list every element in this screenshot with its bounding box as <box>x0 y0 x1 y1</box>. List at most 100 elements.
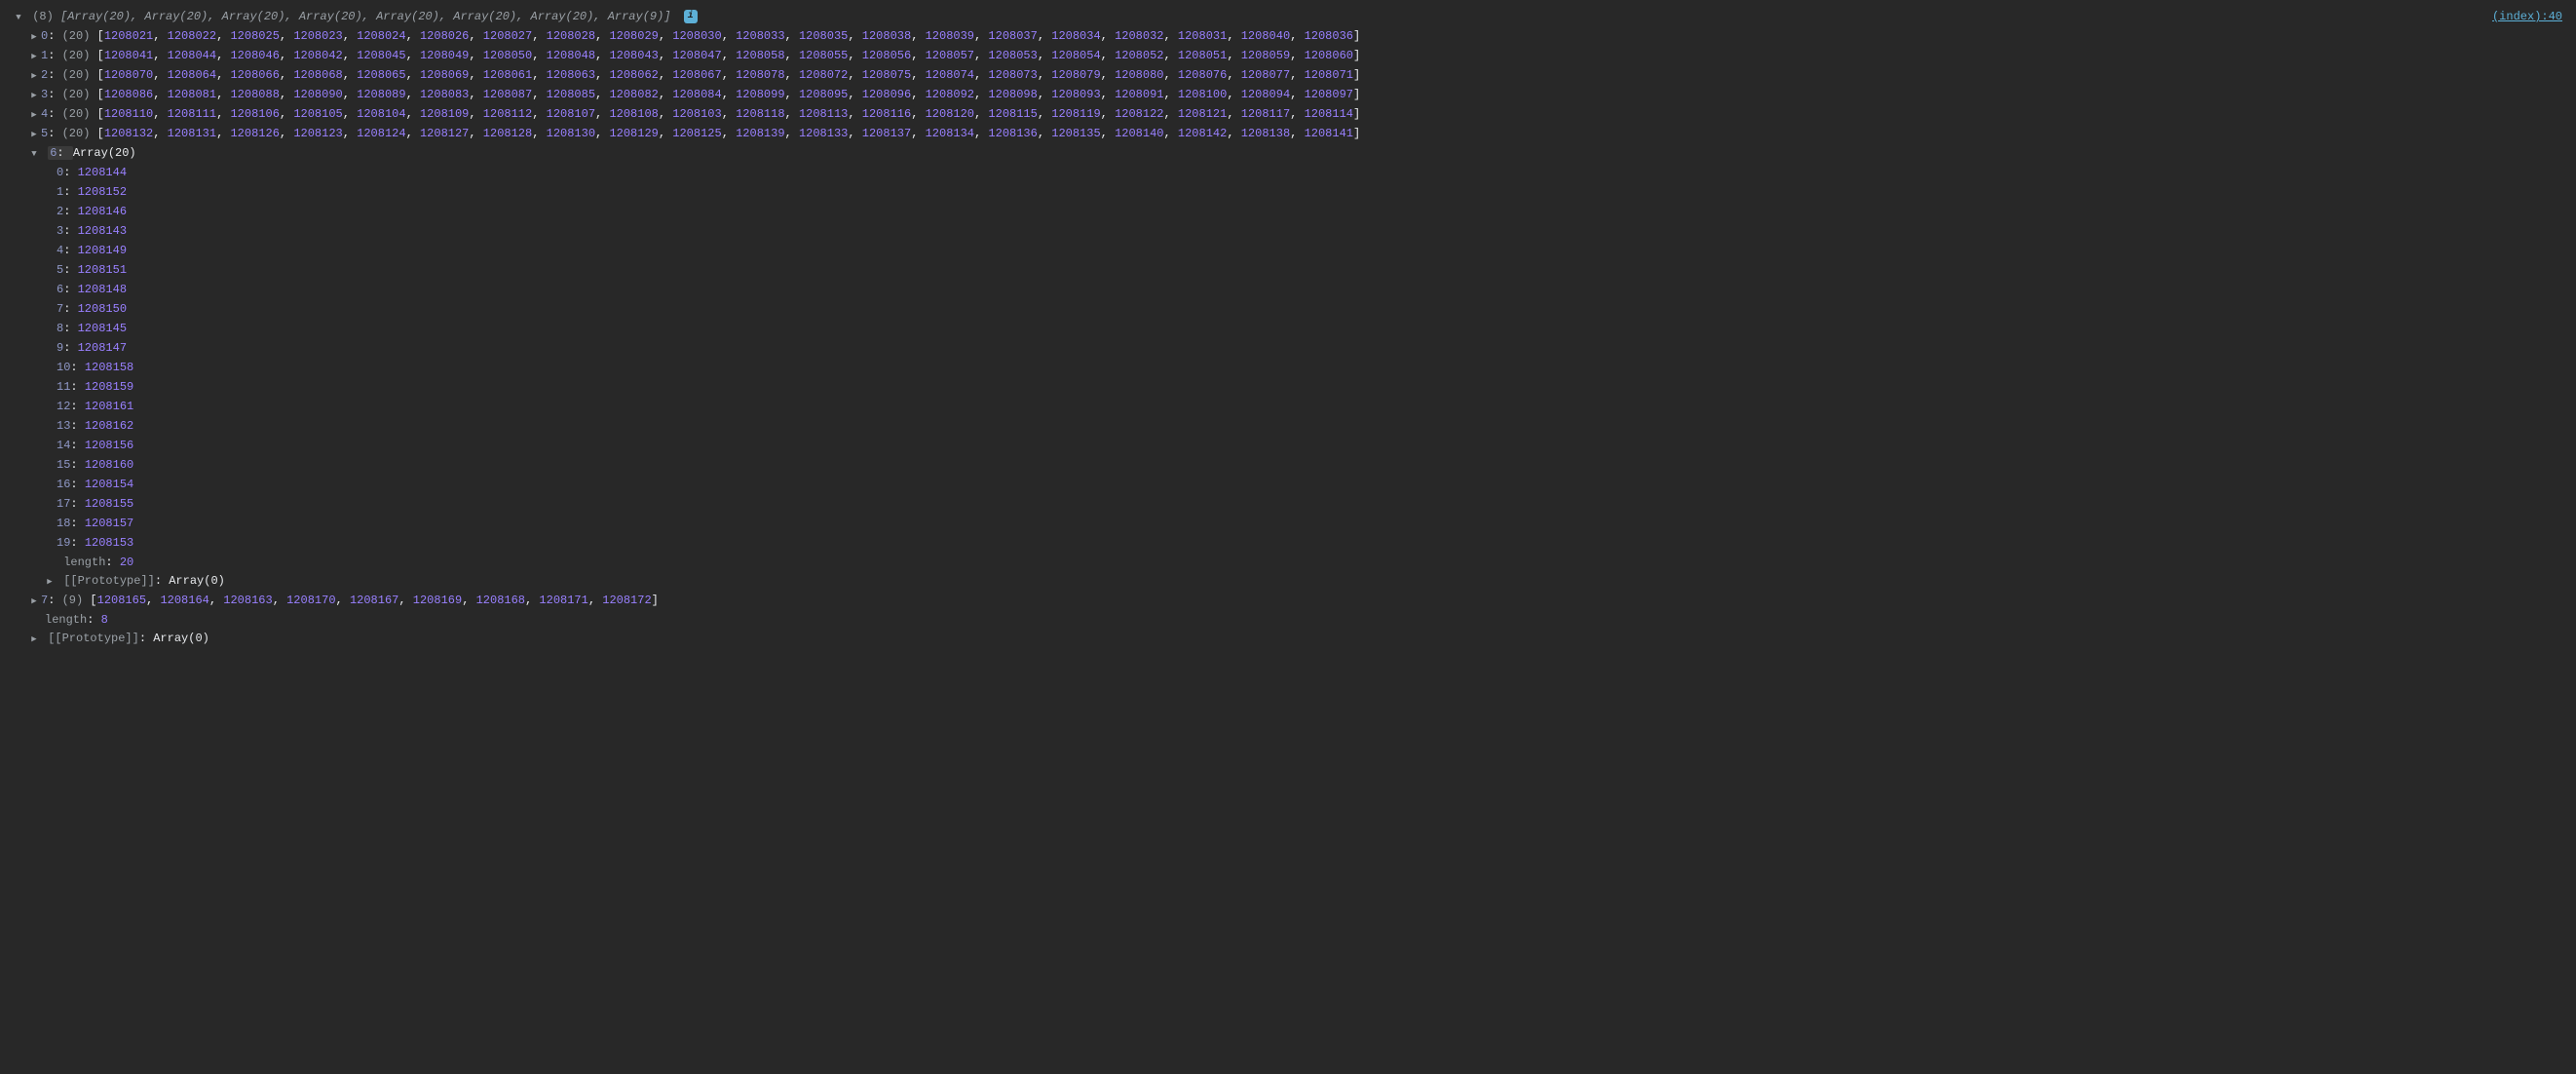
array-value: 1208064 <box>168 68 216 82</box>
array-value: 1208082 <box>609 88 658 101</box>
array-value: 1208049 <box>420 49 469 62</box>
array-value: 1208087 <box>483 88 532 101</box>
array-value: 1208161 <box>85 400 133 413</box>
expanded-item: 14: 1208156 <box>14 437 2562 456</box>
array-value: 1208043 <box>609 49 658 62</box>
array-value: 1208022 <box>168 29 216 43</box>
array-value: 1208039 <box>926 29 974 43</box>
info-icon[interactable]: i <box>684 10 698 23</box>
array-length-badge: (8) <box>32 10 54 23</box>
array-value: 1208156 <box>85 439 133 452</box>
array-value: 1208075 <box>862 68 911 82</box>
array-value: 1208123 <box>293 127 342 140</box>
array-value: 1208121 <box>1178 107 1227 121</box>
source-link[interactable]: (index):40 <box>2492 8 2562 26</box>
array-value: 1208077 <box>1241 68 1290 82</box>
array-value: 1208119 <box>1051 107 1100 121</box>
array-value: 1208125 <box>672 127 721 140</box>
array-value: 1208172 <box>602 594 651 607</box>
array-value: 1208108 <box>609 107 658 121</box>
array-value: 1208164 <box>160 594 208 607</box>
array-value: 1208028 <box>547 29 595 43</box>
expanded-item: 19: 1208153 <box>14 534 2562 554</box>
array-value: 1208113 <box>799 107 848 121</box>
prototype-row[interactable]: [[Prototype]]: Array(0) <box>14 572 2562 592</box>
outer-length-row: length: 8 <box>14 611 2562 630</box>
array-value: 1208149 <box>78 244 127 257</box>
array-entry-5[interactable]: 5: (20) [1208132, 1208131, 1208126, 1208… <box>14 125 2562 144</box>
array-value: 1208083 <box>420 88 469 101</box>
array-entry-4[interactable]: 4: (20) [1208110, 1208111, 1208106, 1208… <box>14 105 2562 125</box>
array-value: 1208088 <box>230 88 279 101</box>
chevron-down-icon[interactable] <box>14 8 23 27</box>
chevron-right-icon[interactable] <box>29 105 39 125</box>
chevron-right-icon[interactable] <box>29 125 39 144</box>
array-value: 1208111 <box>168 107 216 121</box>
array-value: 1208128 <box>483 127 532 140</box>
array-value: 1208165 <box>97 594 146 607</box>
array-value: 1208129 <box>609 127 658 140</box>
chevron-right-icon[interactable] <box>29 47 39 66</box>
expanded-item: 10: 1208158 <box>14 359 2562 378</box>
array-value: 1208095 <box>799 88 848 101</box>
array-value: 1208096 <box>862 88 911 101</box>
expanded-item: 17: 1208155 <box>14 495 2562 515</box>
array-value: 1208151 <box>78 263 127 277</box>
array-value: 1208154 <box>85 478 133 491</box>
chevron-right-icon[interactable] <box>45 572 55 592</box>
summary-row[interactable]: (8) [Array(20), Array(20), Array(20), Ar… <box>14 8 2562 27</box>
array-value: 1208062 <box>609 68 658 82</box>
expanded-item: 4: 1208149 <box>14 242 2562 261</box>
array-value: 1208122 <box>1115 107 1163 121</box>
chevron-down-icon[interactable] <box>29 144 39 164</box>
expanded-item: 3: 1208143 <box>14 222 2562 242</box>
type-label: Array(20) <box>73 146 136 160</box>
array-entry-2[interactable]: 2: (20) [1208070, 1208064, 1208066, 1208… <box>14 66 2562 86</box>
array-value: 1208069 <box>420 68 469 82</box>
array-value: 1208073 <box>988 68 1037 82</box>
array-value: 1208137 <box>862 127 911 140</box>
array-value: 1208107 <box>547 107 595 121</box>
array-value: 1208074 <box>926 68 974 82</box>
array-value: 1208134 <box>926 127 974 140</box>
array-value: 1208092 <box>926 88 974 101</box>
array-value: 1208144 <box>78 166 127 179</box>
chevron-right-icon[interactable] <box>29 630 39 649</box>
array-value: 1208024 <box>357 29 405 43</box>
expanded-item: 6: 1208148 <box>14 281 2562 300</box>
array-value: 1208078 <box>736 68 784 82</box>
array-value: 1208168 <box>476 594 525 607</box>
expanded-item: 2: 1208146 <box>14 203 2562 222</box>
array-value: 1208135 <box>1051 127 1100 140</box>
array-value: 1208081 <box>168 88 216 101</box>
array-value: 1208158 <box>85 361 133 374</box>
array-value: 1208040 <box>1241 29 1290 43</box>
array-value: 1208059 <box>1241 49 1290 62</box>
array-value: 1208048 <box>547 49 595 62</box>
chevron-right-icon[interactable] <box>29 66 39 86</box>
array-entry-6[interactable]: 6: Array(20) <box>14 144 2562 164</box>
array-entry-3[interactable]: 3: (20) [1208086, 1208081, 1208088, 1208… <box>14 86 2562 105</box>
array-value: 1208030 <box>672 29 721 43</box>
chevron-right-icon[interactable] <box>29 27 39 47</box>
array-value: 1208034 <box>1051 29 1100 43</box>
summary-text: [Array(20), Array(20), Array(20), Array(… <box>60 10 671 23</box>
array-value: 1208124 <box>357 127 405 140</box>
array-value: 1208021 <box>104 29 153 43</box>
outer-prototype-row[interactable]: [[Prototype]]: Array(0) <box>14 630 2562 649</box>
array-entry-0[interactable]: 0: (20) [1208021, 1208022, 1208025, 1208… <box>14 27 2562 47</box>
chevron-right-icon[interactable] <box>29 592 39 611</box>
array-value: 1208105 <box>293 107 342 121</box>
array-value: 1208132 <box>104 127 153 140</box>
array-value: 1208169 <box>413 594 462 607</box>
array-value: 1208143 <box>78 224 127 238</box>
array-value: 1208146 <box>78 205 127 218</box>
array-value: 1208152 <box>78 185 127 199</box>
chevron-right-icon[interactable] <box>29 86 39 105</box>
array-value: 1208098 <box>988 88 1037 101</box>
array-entry-7[interactable]: 7: (9) [1208165, 1208164, 1208163, 12081… <box>14 592 2562 611</box>
array-value: 1208053 <box>988 49 1037 62</box>
array-value: 1208070 <box>104 68 153 82</box>
array-entry-1[interactable]: 1: (20) [1208041, 1208044, 1208046, 1208… <box>14 47 2562 66</box>
array-value: 1208052 <box>1115 49 1163 62</box>
